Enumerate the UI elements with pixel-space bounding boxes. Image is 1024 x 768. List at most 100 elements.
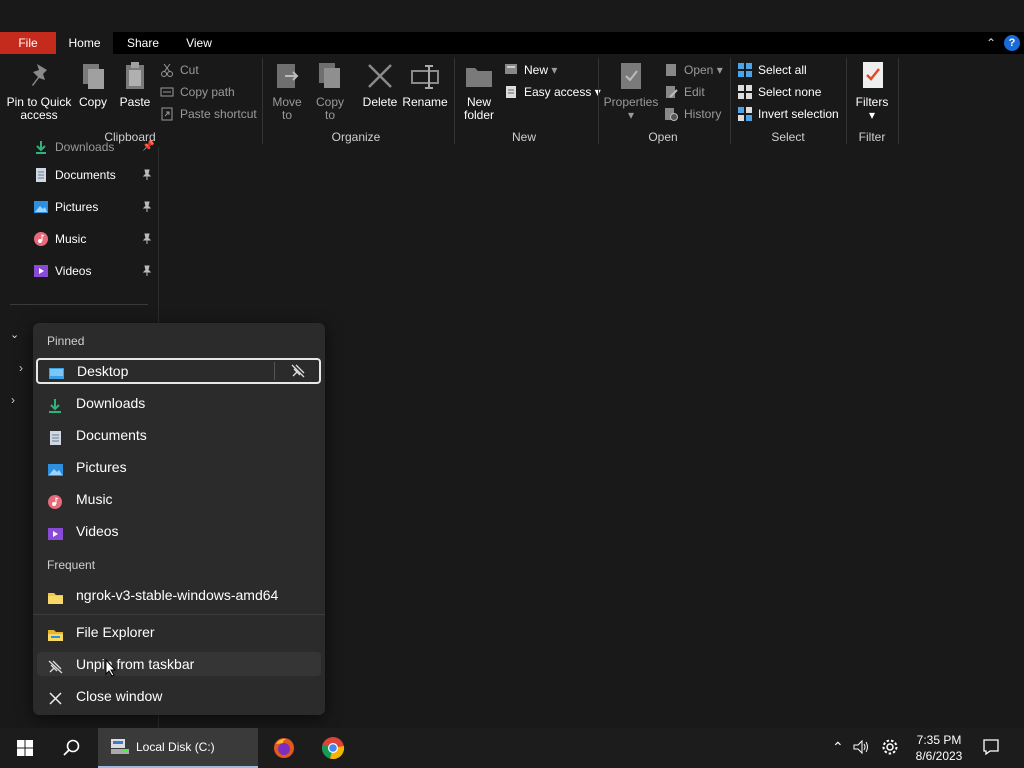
nav-item-label: Music	[55, 232, 87, 246]
delete-x-icon	[364, 60, 396, 92]
nav-item-label: Downloads	[55, 140, 115, 154]
clock-time: 7:35 PM	[916, 733, 962, 747]
copy-button[interactable]: Copy	[76, 58, 110, 109]
new-group-label: New	[511, 130, 536, 144]
jump-list-divider	[33, 614, 325, 615]
settings-gear-icon[interactable]	[881, 738, 899, 759]
desktop-icon	[49, 365, 64, 379]
unpin-icon	[48, 657, 63, 674]
taskbar-clock[interactable]: 7:35 PM 8/6/2023	[912, 732, 966, 764]
dropdown-arrow-icon: ▾	[868, 108, 876, 122]
paste-shortcut-button[interactable]: Paste shortcut	[160, 104, 257, 124]
windows-start-icon[interactable]	[13, 736, 37, 760]
notification-center-icon[interactable]	[982, 738, 1000, 759]
tab-view[interactable]: View	[172, 32, 226, 54]
ribbon-separator	[846, 58, 847, 144]
invert-selection-button[interactable]: Invert selection	[738, 104, 839, 124]
jump-action-label: Unpin from taskbar	[76, 656, 195, 672]
select-group-label: Select	[771, 130, 805, 144]
jump-item-videos[interactable]: Videos	[37, 519, 321, 543]
new-item-button[interactable]: New ▾	[504, 60, 557, 80]
pin-icon	[142, 169, 152, 181]
tab-share[interactable]: Share	[116, 32, 170, 54]
pin-to-quick-access-button[interactable]: Pin to Quick access	[4, 58, 74, 122]
chrome-icon[interactable]	[321, 736, 345, 760]
nav-item-videos[interactable]: Videos	[34, 261, 91, 281]
firefox-icon[interactable]	[272, 736, 296, 760]
nav-item-pictures[interactable]: Pictures	[34, 197, 98, 217]
jump-item-ngrok-folder[interactable]: ngrok-v3-stable-windows-amd64	[37, 583, 321, 607]
new-folder-label-2: folder	[463, 108, 495, 122]
pin-icon	[23, 60, 55, 92]
properties-button[interactable]: Properties ▾	[603, 58, 659, 122]
easy-access-button[interactable]: Easy access ▾	[504, 82, 601, 102]
copy-path-button[interactable]: Copy path	[160, 82, 235, 102]
tab-file[interactable]: File	[0, 32, 56, 54]
jump-item-music[interactable]: Music	[37, 487, 321, 511]
filters-button[interactable]: Filters ▾	[852, 58, 892, 122]
item-divider	[274, 362, 275, 380]
jump-item-documents[interactable]: Documents	[37, 423, 321, 447]
local-disk-icon	[110, 737, 130, 757]
videos-icon	[48, 524, 63, 540]
move-to-button[interactable]: Move to	[268, 58, 306, 122]
jump-item-label: Music	[76, 491, 113, 507]
invert-selection-icon	[738, 107, 752, 121]
taskbar-file-explorer-button[interactable]: Local Disk (C:)	[98, 728, 258, 768]
paste-button[interactable]: Paste	[118, 58, 152, 109]
delete-button[interactable]: Delete	[361, 58, 399, 109]
edit-button[interactable]: Edit	[664, 82, 705, 102]
volume-icon[interactable]	[852, 738, 870, 759]
help-icon[interactable]: ?	[1004, 35, 1020, 51]
open-group-label: Open	[648, 130, 678, 144]
invert-selection-label: Invert selection	[758, 107, 839, 121]
chevron-right-icon[interactable]: ›	[19, 361, 29, 375]
select-none-button[interactable]: Select none	[738, 82, 821, 102]
jump-action-unpin-from-taskbar[interactable]: Unpin from taskbar	[37, 652, 321, 676]
select-all-button[interactable]: Select all	[738, 60, 807, 80]
documents-icon	[48, 428, 63, 445]
folder-icon	[463, 60, 495, 92]
easy-access-icon	[504, 85, 518, 99]
show-hidden-icons-chevron-icon[interactable]: ⌃	[832, 739, 844, 756]
ribbon-tab-bar: File Home Share View ⌃ ?	[0, 32, 1024, 54]
dropdown-arrow-icon: ▾	[591, 85, 601, 99]
paste-shortcut-icon	[160, 107, 174, 121]
cut-button[interactable]: Cut	[160, 60, 199, 80]
nav-item-music[interactable]: Music	[34, 229, 86, 249]
music-icon	[34, 232, 48, 246]
ribbon-separator	[730, 58, 731, 144]
rename-button[interactable]: Rename	[402, 58, 448, 109]
jump-item-label: Desktop	[77, 363, 129, 379]
jump-item-pictures[interactable]: Pictures	[37, 455, 321, 479]
scissors-icon	[160, 63, 174, 77]
jump-item-desktop[interactable]: Desktop	[36, 358, 321, 384]
copy-to-button[interactable]: Copy to	[311, 58, 349, 122]
documents-icon	[34, 168, 48, 182]
new-folder-button[interactable]: New folder	[459, 58, 499, 122]
nav-item-downloads-partial[interactable]: Downloads	[34, 137, 114, 157]
chevron-right-icon[interactable]: ›	[11, 393, 21, 407]
jump-action-close-window[interactable]: Close window	[37, 684, 321, 708]
easy-access-label: Easy access	[524, 85, 592, 99]
pin-icon	[142, 265, 152, 277]
chevron-down-icon[interactable]: ⌄	[10, 328, 24, 342]
pictures-icon	[34, 200, 48, 214]
pin-icon	[142, 201, 152, 213]
collapse-ribbon-icon[interactable]: ⌃	[984, 36, 998, 50]
nav-item-documents[interactable]: Documents	[34, 165, 116, 185]
copy-label: Copy	[78, 95, 107, 109]
jump-action-file-explorer[interactable]: File Explorer	[37, 620, 321, 644]
jump-item-downloads[interactable]: Downloads	[37, 391, 321, 415]
jump-item-label: Videos	[76, 523, 119, 539]
title-bar	[0, 0, 1024, 32]
filters-icon	[856, 60, 888, 92]
search-icon[interactable]	[60, 736, 84, 760]
ribbon-separator	[598, 58, 599, 144]
open-button[interactable]: Open ▾	[664, 60, 723, 80]
tab-home[interactable]: Home	[56, 32, 113, 54]
delete-label: Delete	[362, 95, 398, 109]
pictures-icon	[48, 460, 63, 476]
unpin-icon[interactable]	[290, 363, 306, 379]
history-button[interactable]: History	[664, 104, 721, 124]
